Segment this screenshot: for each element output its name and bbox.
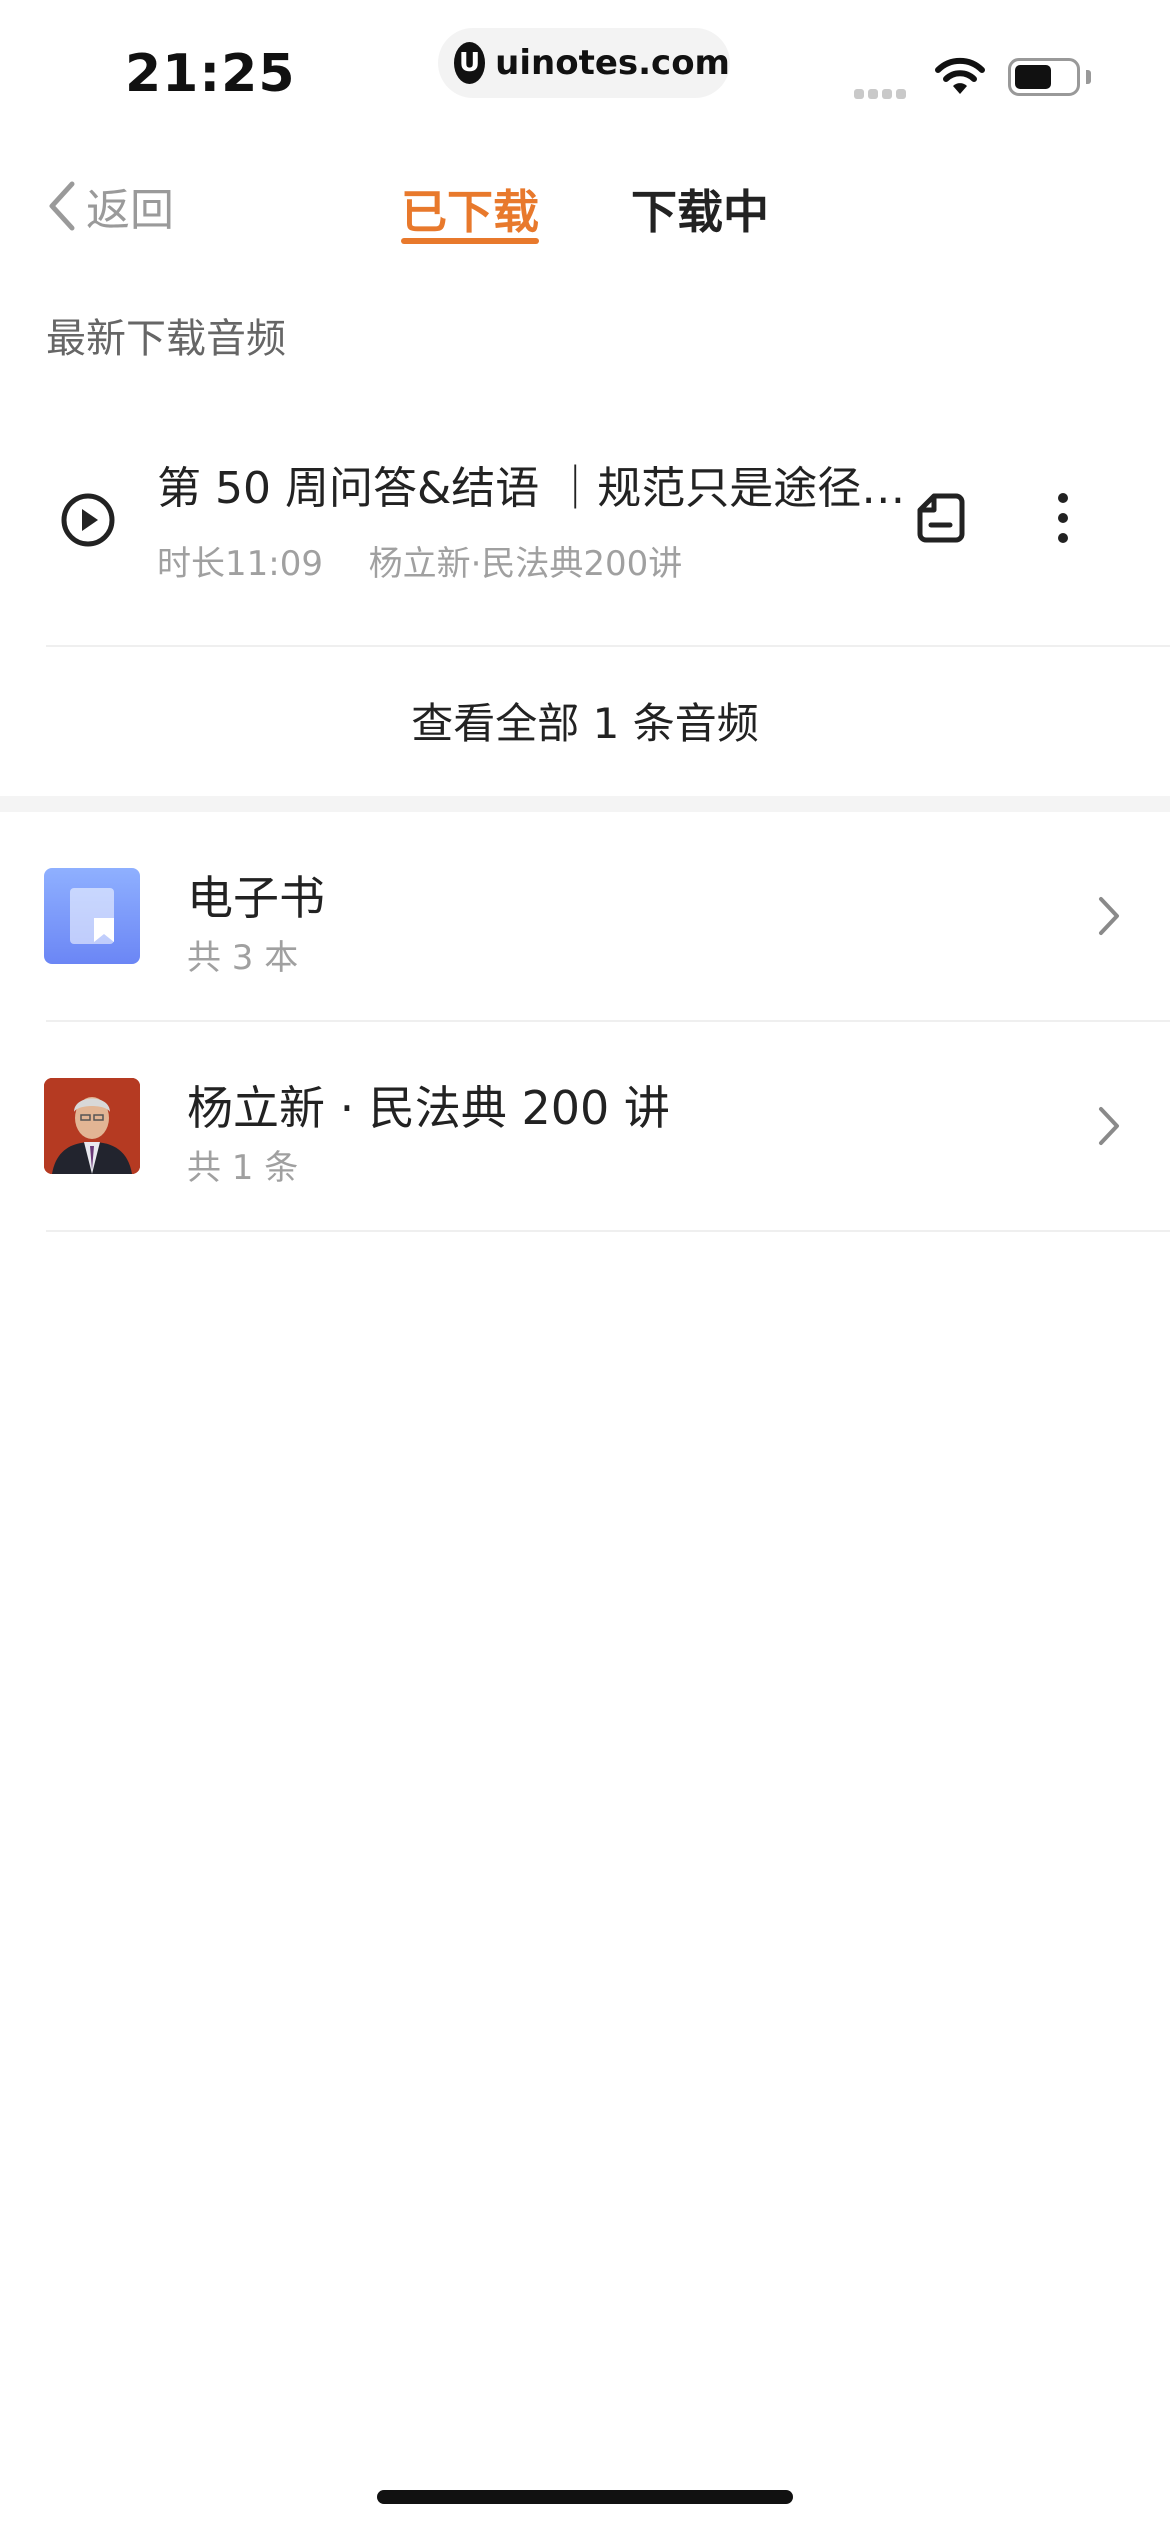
- audio-source: 杨立新·民法典200讲: [368, 544, 683, 584]
- divider: [46, 1230, 1170, 1232]
- list-item-ebooks[interactable]: [0, 812, 1170, 1022]
- back-button[interactable]: 返回: [46, 176, 174, 236]
- audio-list-item[interactable]: [0, 420, 1170, 620]
- ebook-title: 电子书: [187, 871, 325, 925]
- audio-meta: 时长11:09 杨立新·民法典200讲: [157, 536, 682, 585]
- more-vertical-icon[interactable]: [1055, 492, 1071, 544]
- audio-duration: 时长11:09: [157, 544, 323, 584]
- tab-downloaded[interactable]: 已下载: [401, 176, 539, 242]
- author-avatar: [44, 1078, 140, 1174]
- course-title: 杨立新 · 民法典 200 讲: [187, 1081, 670, 1135]
- back-label: 返回: [86, 185, 174, 236]
- course-count: 共 1 条: [187, 1148, 299, 1188]
- wifi-icon: [935, 57, 985, 94]
- battery-nub: [1086, 70, 1091, 84]
- section-title-recent: 最新下载音频: [46, 316, 286, 362]
- document-icon[interactable]: [916, 492, 966, 544]
- view-all-audio-button[interactable]: 查看全部 1 条音频: [0, 690, 1170, 751]
- cellular-signal-icon: [854, 84, 910, 103]
- audio-title: 第 50 周问答&结语 ｜规范只是途径，正义才是目的: [157, 463, 917, 514]
- section-separator: [0, 796, 1170, 812]
- active-tab-indicator: [401, 238, 539, 244]
- site-logo-icon: U: [454, 42, 486, 84]
- chevron-right-icon: [1099, 897, 1119, 935]
- url-pill[interactable]: U uinotes.com: [438, 28, 730, 98]
- status-time: 21:25: [125, 44, 296, 104]
- divider: [46, 645, 1170, 647]
- tab-downloading[interactable]: 下载中: [631, 176, 769, 242]
- chevron-right-icon: [1099, 1107, 1119, 1145]
- url-text: uinotes.com: [495, 43, 730, 83]
- ebook-count: 共 3 本: [187, 938, 299, 978]
- chevron-left-icon: [49, 181, 75, 231]
- battery-icon: [1008, 58, 1080, 96]
- home-indicator[interactable]: [377, 2490, 793, 2504]
- play-circle-icon[interactable]: [60, 492, 116, 548]
- ebook-icon: [44, 868, 140, 964]
